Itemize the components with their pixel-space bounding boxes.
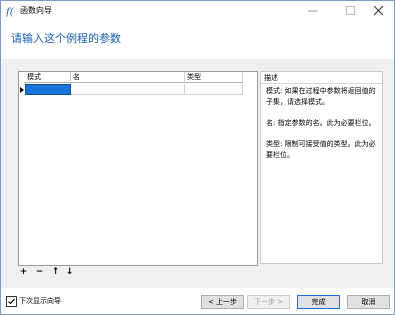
maximize-button[interactable] [336, 1, 366, 21]
cancel-button[interactable]: 取消 [347, 295, 390, 309]
minimize-icon [308, 10, 317, 12]
close-icon [374, 6, 384, 16]
cell-mode[interactable] [25, 84, 71, 95]
checkbox-box[interactable] [6, 296, 17, 307]
parameter-grid[interactable]: 模式 名 类型 [18, 71, 258, 266]
checkmark-icon [8, 298, 15, 305]
add-parameter-button[interactable]: + [18, 267, 29, 278]
description-mode: 模式: 如果在过程中参数将返回值的子集，请选择模式。 [266, 87, 376, 106]
description-name: 名: 指定参数的名。此为必要栏位。 [266, 119, 376, 127]
next-button[interactable]: 下一步 > [247, 295, 290, 309]
description-divider [261, 83, 382, 84]
minimize-button[interactable] [298, 1, 328, 21]
function-icon: f( [6, 7, 15, 17]
wizard-content: 模式 名 类型 描述 模式: 如果在过程中参数将返回值的子集，请选择模式。 名:… [1, 59, 394, 288]
description-panel: 描述 模式: 如果在过程中参数将返回值的子集，请选择模式。 名: 指定参数的名。… [260, 71, 383, 264]
column-header-type[interactable]: 类型 [185, 72, 243, 83]
move-up-button[interactable]: ↑ [50, 267, 61, 278]
description-title: 描述 [264, 74, 278, 82]
maximize-icon [346, 6, 355, 15]
checkbox-label: 下次显示向导 [19, 297, 61, 305]
previous-button[interactable]: < 上一步 [201, 295, 244, 309]
table-row[interactable] [19, 84, 257, 96]
function-wizard-window: f( 函数向导 请输入这个例程的参数 模式 名 类型 描述 模式: 如果在过程中… [0, 0, 395, 315]
window-title: 函数向导 [20, 6, 52, 15]
svg-text:f(: f( [6, 7, 15, 17]
title-bar: f( 函数向导 [1, 1, 394, 23]
move-down-button[interactable]: ↓ [64, 267, 75, 278]
column-header-mode[interactable]: 模式 [25, 72, 71, 83]
finish-button[interactable]: 完成 [297, 295, 340, 309]
cell-type[interactable] [185, 84, 243, 95]
column-header-name[interactable]: 名 [71, 72, 185, 83]
remove-parameter-button[interactable]: − [34, 267, 45, 278]
page-heading: 请输入这个例程的参数 [11, 32, 121, 45]
description-body: 模式: 如果在过程中参数将返回值的子集，请选择模式。 名: 指定参数的名。此为必… [266, 86, 378, 171]
description-type: 类型: 限制可接受值的类型。此为必要栏位。 [266, 140, 376, 159]
footer-bar: 下次显示向导 < 上一步 下一步 > 完成 取消 [1, 288, 394, 314]
grid-header: 模式 名 类型 [19, 72, 257, 84]
close-button[interactable] [364, 1, 394, 21]
cell-name[interactable] [71, 84, 185, 95]
